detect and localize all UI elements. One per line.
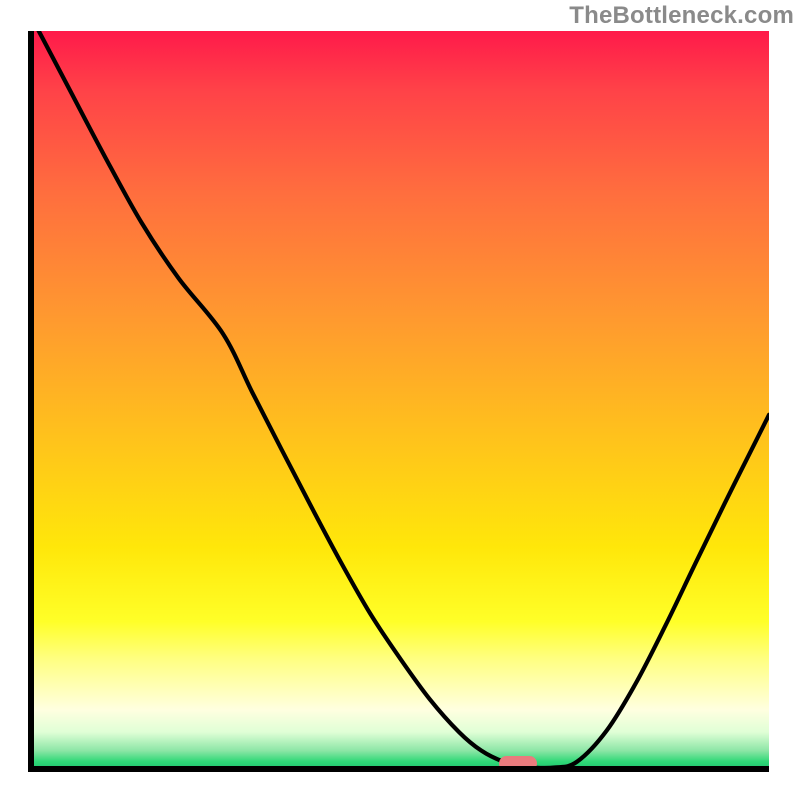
chart-stage: TheBottleneck.com [0,0,800,800]
axis-lines [31,31,769,769]
axes-layer [0,0,800,800]
